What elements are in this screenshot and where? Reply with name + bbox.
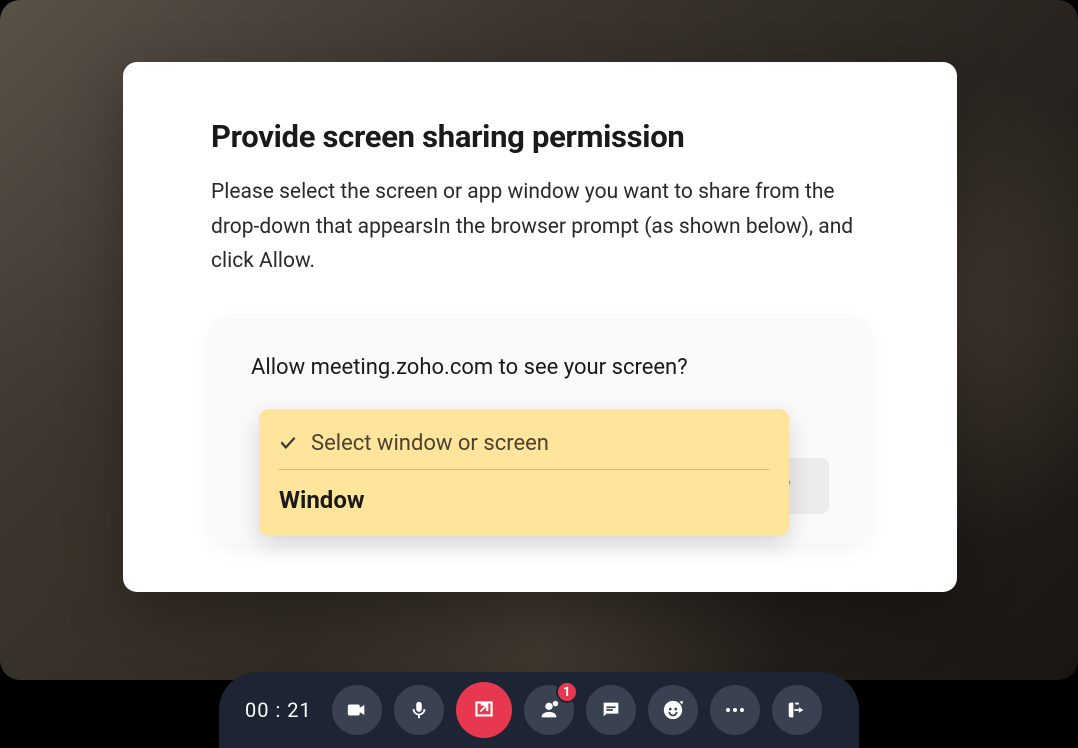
dropdown-item-window[interactable]: Window [259, 470, 789, 536]
participants-icon [538, 699, 560, 721]
camera-button[interactable] [332, 685, 382, 735]
participants-badge: 1 [556, 681, 578, 703]
prompt-question: Allow meeting.zoho.com to see your scree… [251, 355, 829, 380]
meeting-toolbar: 00 : 21 1 [219, 672, 859, 748]
check-icon [279, 434, 297, 452]
raise-hand-icon [662, 699, 684, 721]
modal-title: Provide screen sharing permission [211, 118, 869, 155]
chat-icon [600, 699, 622, 721]
participants-button[interactable]: 1 [524, 685, 574, 735]
reactions-button[interactable] [648, 685, 698, 735]
share-screen-button[interactable] [456, 682, 512, 738]
screen-share-permission-modal: Provide screen sharing permission Please… [123, 62, 957, 592]
chat-button[interactable] [586, 685, 636, 735]
leave-button[interactable] [772, 685, 822, 735]
dropdown-label: Select window or screen [311, 431, 549, 456]
share-screen-icon [471, 697, 497, 723]
more-icon [726, 708, 744, 712]
camera-icon [346, 699, 368, 721]
microphone-button[interactable] [394, 685, 444, 735]
browser-prompt-example: Allow meeting.zoho.com to see your scree… [211, 319, 869, 544]
modal-description: Please select the screen or app window y… [211, 175, 869, 279]
dropdown-header[interactable]: Select window or screen [259, 409, 789, 470]
leave-icon [786, 699, 808, 721]
microphone-icon [408, 699, 430, 721]
call-timer: 00 : 21 [245, 698, 312, 722]
select-screen-dropdown[interactable]: Select window or screen Window [259, 409, 789, 536]
more-options-button[interactable] [710, 685, 760, 735]
